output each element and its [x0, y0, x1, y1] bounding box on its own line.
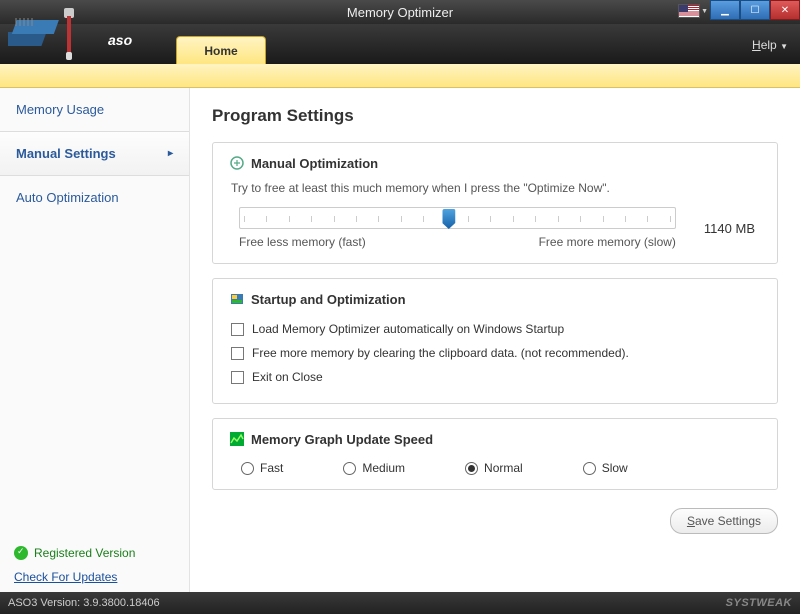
radio-label: Fast — [260, 461, 283, 475]
slider-right-label: Free more memory (slow) — [539, 235, 676, 249]
checkbox-exit-on-close[interactable]: Exit on Close — [229, 365, 761, 389]
language-flag-icon[interactable] — [678, 4, 700, 18]
slider-left-label: Free less memory (fast) — [239, 235, 366, 249]
radio-icon[interactable] — [343, 462, 356, 475]
brand-label: aso — [108, 32, 132, 48]
registered-label: Registered Version — [34, 546, 135, 560]
actions-row: Save Settings — [212, 504, 778, 534]
version-label: ASO3 Version: 3.9.3800.18406 — [8, 597, 160, 609]
window-controls: ▁ ☐ ✕ — [710, 0, 800, 20]
memory-slider[interactable] — [239, 207, 676, 229]
radio-fast[interactable]: Fast — [241, 461, 283, 475]
slider-value-label: 1140 MB — [704, 221, 761, 236]
radio-icon[interactable] — [583, 462, 596, 475]
language-dropdown-icon[interactable]: ▼ — [701, 8, 708, 15]
radio-label: Medium — [362, 461, 405, 475]
checkbox-icon[interactable] — [231, 347, 244, 360]
sidebar: Memory Usage Manual Settings ▸ Auto Opti… — [0, 88, 190, 592]
panel-heading: Manual Optimization — [229, 155, 761, 171]
radio-label: Normal — [484, 461, 523, 475]
maximize-button[interactable]: ☐ — [740, 0, 770, 20]
check-updates-link[interactable]: Check For Updates — [14, 570, 117, 584]
panel-heading: Memory Graph Update Speed — [229, 431, 761, 447]
help-label: elp — [761, 38, 777, 52]
content-area: Program Settings Manual Optimization Try… — [190, 88, 800, 592]
slider-labels: Free less memory (fast) Free more memory… — [239, 235, 676, 249]
help-menu[interactable]: Help ▼ — [752, 38, 788, 52]
radio-icon[interactable] — [465, 462, 478, 475]
app-logo-icon — [8, 6, 88, 66]
main-area: Memory Usage Manual Settings ▸ Auto Opti… — [0, 88, 800, 592]
checkbox-label: Load Memory Optimizer automatically on W… — [252, 322, 564, 336]
tab-home-label: Home — [204, 44, 237, 58]
tab-home[interactable]: Home — [176, 36, 266, 64]
titlebar: Memory Optimizer ▼ ▁ ☐ ✕ — [0, 0, 800, 24]
radio-slow[interactable]: Slow — [583, 461, 628, 475]
check-circle-icon — [14, 546, 28, 560]
checkbox-label: Free more memory by clearing the clipboa… — [252, 346, 629, 360]
manual-description: Try to free at least this much memory wh… — [229, 181, 761, 195]
status-bar: ASO3 Version: 3.9.3800.18406 SYSTWEAK — [0, 592, 800, 614]
top-strip: aso Home Help ▼ — [0, 24, 800, 64]
radio-icon[interactable] — [241, 462, 254, 475]
panel-title-label: Manual Optimization — [251, 156, 378, 171]
sidebar-item-memory-usage[interactable]: Memory Usage — [0, 88, 189, 131]
minimize-button[interactable]: ▁ — [710, 0, 740, 20]
sidebar-item-auto-optimization[interactable]: Auto Optimization — [0, 176, 189, 219]
page-title: Program Settings — [212, 106, 778, 126]
checkbox-icon[interactable] — [231, 323, 244, 336]
radio-medium[interactable]: Medium — [343, 461, 405, 475]
startup-icon — [229, 291, 245, 307]
panel-graph-update-speed: Memory Graph Update Speed Fast Medium No… — [212, 418, 778, 490]
close-button[interactable]: ✕ — [770, 0, 800, 20]
sidebar-item-label: Auto Optimization — [16, 190, 119, 205]
panel-title-label: Startup and Optimization — [251, 292, 406, 307]
radio-label: Slow — [602, 461, 628, 475]
panel-startup-optimization: Startup and Optimization Load Memory Opt… — [212, 278, 778, 404]
save-button-label-rest: ave Settings — [695, 514, 761, 528]
window-title: Memory Optimizer — [347, 5, 453, 20]
registered-status: Registered Version — [14, 546, 175, 560]
sidebar-item-manual-settings[interactable]: Manual Settings ▸ — [0, 131, 189, 176]
sidebar-item-label: Memory Usage — [16, 102, 104, 117]
checkbox-label: Exit on Close — [252, 370, 323, 384]
panel-manual-optimization: Manual Optimization Try to free at least… — [212, 142, 778, 264]
panel-heading: Startup and Optimization — [229, 291, 761, 307]
graph-speed-radio-group: Fast Medium Normal Slow — [229, 457, 761, 475]
save-settings-button[interactable]: Save Settings — [670, 508, 778, 534]
checkbox-clear-clipboard[interactable]: Free more memory by clearing the clipboa… — [229, 341, 761, 365]
sidebar-item-label: Manual Settings — [16, 146, 116, 161]
manual-optimization-icon — [229, 155, 245, 171]
chevron-right-icon: ▸ — [168, 148, 173, 159]
checkbox-icon[interactable] — [231, 371, 244, 384]
ribbon-band — [0, 64, 800, 88]
watermark-label: SYSTWEAK — [726, 597, 792, 609]
chevron-down-icon: ▼ — [780, 42, 788, 51]
memory-slider-row: Free less memory (fast) Free more memory… — [229, 207, 761, 249]
sidebar-footer: Registered Version Check For Updates — [0, 538, 189, 592]
radio-normal[interactable]: Normal — [465, 461, 523, 475]
checkbox-load-on-startup[interactable]: Load Memory Optimizer automatically on W… — [229, 317, 761, 341]
graph-icon — [229, 431, 245, 447]
memory-slider-box: Free less memory (fast) Free more memory… — [239, 207, 676, 249]
panel-title-label: Memory Graph Update Speed — [251, 432, 433, 447]
